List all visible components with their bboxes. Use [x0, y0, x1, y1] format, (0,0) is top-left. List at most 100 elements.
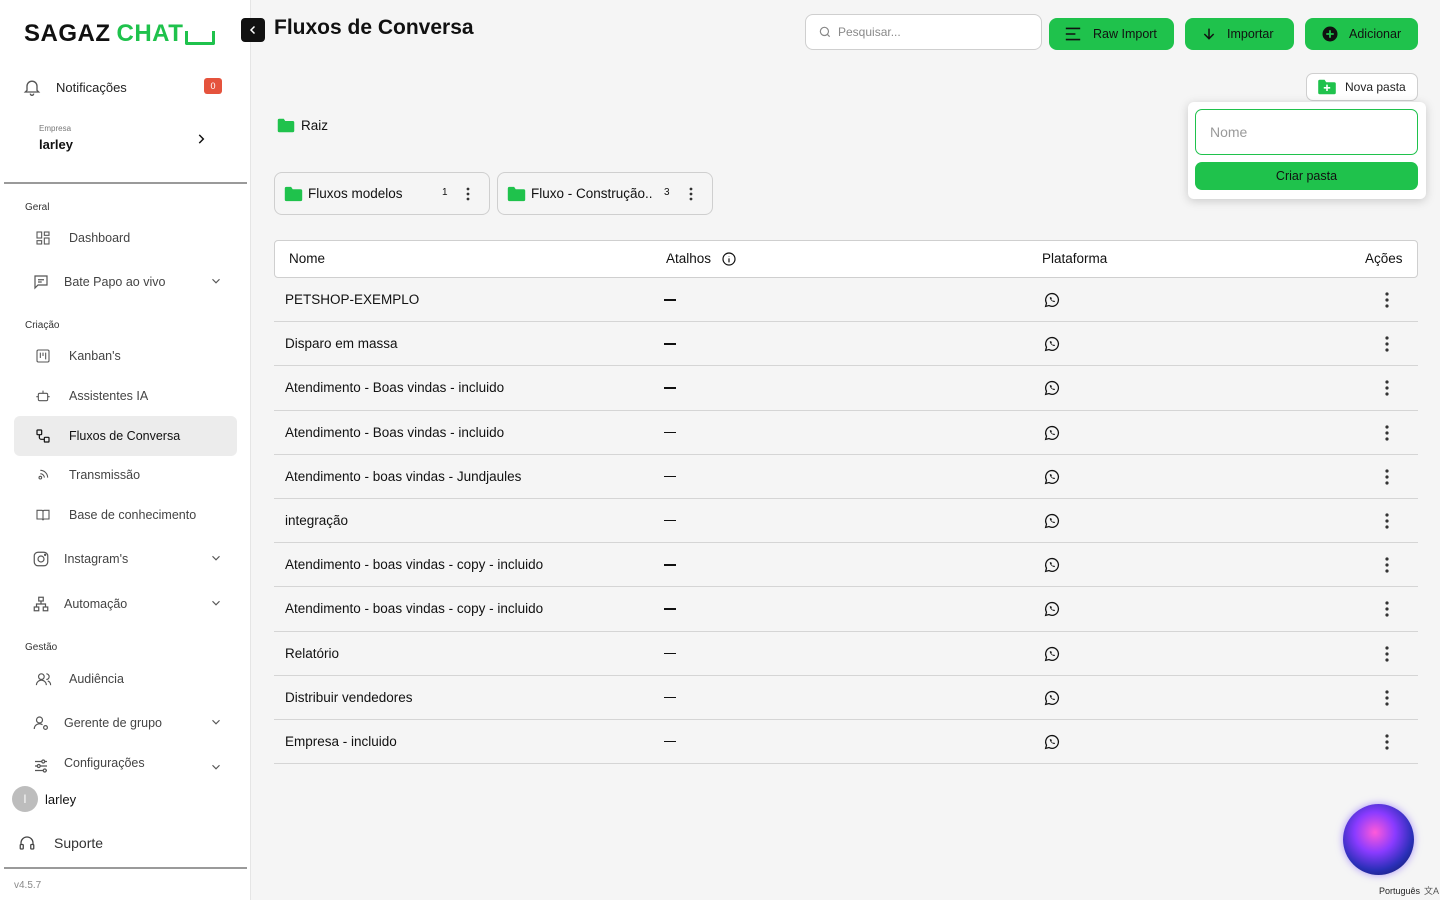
search-icon [819, 26, 831, 38]
notification-count-badge: 0 [204, 78, 222, 94]
more-vertical-icon[interactable] [1381, 556, 1393, 577]
table-row[interactable]: Atendimento - boas vindas - Jundjaules [274, 455, 1418, 499]
more-vertical-icon[interactable] [1381, 468, 1393, 489]
sidebar-item-configuracoes[interactable]: Configurações [14, 748, 237, 776]
whatsapp-icon [1043, 335, 1061, 356]
more-vertical-icon[interactable] [1381, 689, 1393, 710]
add-button[interactable]: Adicionar [1305, 18, 1418, 50]
create-folder-button[interactable]: Criar pasta [1195, 162, 1418, 190]
sidebar-item-instagram[interactable]: Instagram's [14, 539, 237, 579]
folder-card[interactable]: Fluxo - Construção.. 3 [497, 172, 713, 215]
chevron-down-icon [212, 555, 220, 561]
folder-plus-icon [1318, 79, 1336, 95]
new-folder-popover: Criar pasta [1188, 102, 1426, 199]
more-vertical-icon[interactable] [1381, 600, 1393, 621]
shortcuts-empty-dash [664, 564, 676, 566]
more-vertical-icon[interactable] [1381, 424, 1393, 445]
column-header-plataforma[interactable]: Plataforma [1042, 251, 1107, 266]
table-row[interactable]: Disparo em massa [274, 322, 1418, 367]
chat-bubble-icon [185, 31, 216, 45]
chat-icon [31, 272, 51, 292]
table-row[interactable]: Atendimento - Boas vindas - incluido [274, 411, 1418, 455]
sidebar-item-audiencia[interactable]: Audiência [14, 659, 237, 699]
brand-logo[interactable]: SAGAZ CHAT [24, 20, 216, 48]
table-row[interactable]: Atendimento - boas vindas - copy - inclu… [274, 587, 1418, 632]
search-box[interactable] [805, 14, 1042, 50]
column-header-acoes: Ações [1365, 251, 1403, 266]
flow-icon [33, 426, 53, 446]
company-selector[interactable]: Empresa larley [39, 124, 73, 152]
folder-name-input[interactable] [1195, 109, 1418, 155]
import-button[interactable]: Importar [1185, 18, 1294, 50]
folder-count: 1 [442, 187, 448, 198]
whatsapp-icon [1043, 291, 1061, 312]
sidebar-item-bate-papo[interactable]: Bate Papo ao vivo [14, 262, 237, 302]
avatar: l [12, 786, 38, 812]
menu-lines-icon [1065, 27, 1081, 41]
more-vertical-icon[interactable] [685, 186, 697, 202]
notifications-item[interactable]: Notificações 0 [22, 72, 232, 102]
user-profile[interactable]: l larley [12, 786, 76, 812]
table-row[interactable]: Distribuir vendedores [274, 676, 1418, 720]
search-input[interactable] [838, 25, 1028, 39]
sidebar-item-automacao[interactable]: Automação [14, 584, 237, 624]
more-vertical-icon[interactable] [1381, 379, 1393, 400]
bell-icon [23, 80, 41, 96]
users-icon [33, 669, 53, 689]
support-link[interactable]: Suporte [18, 834, 103, 852]
more-vertical-icon[interactable] [1381, 645, 1393, 666]
sidebar-item-base-conhecimento[interactable]: Base de conhecimento [14, 495, 237, 535]
sidebar-item-transmissao[interactable]: Transmissão [14, 455, 237, 495]
flow-name: PETSHOP-EXEMPLO [285, 292, 420, 307]
more-vertical-icon[interactable] [1381, 335, 1393, 356]
shortcuts-empty-dash [664, 696, 676, 699]
table-row[interactable]: Relatório [274, 632, 1418, 676]
table-row[interactable]: Empresa - incluido [274, 720, 1418, 765]
hierarchy-icon [31, 594, 51, 614]
flow-name: integração [285, 512, 349, 528]
folder-count: 3 [664, 187, 670, 198]
translate-icon: 文A [1424, 886, 1440, 896]
raw-import-button[interactable]: Raw Import [1049, 18, 1174, 50]
instagram-icon [31, 549, 51, 569]
table-body: PETSHOP-EXEMPLO Disparo em massa Atendimen… [274, 278, 1418, 765]
flow-name: Atendimento - Boas vindas - incluido [285, 424, 505, 440]
whatsapp-icon [1043, 512, 1061, 533]
more-vertical-icon[interactable] [1381, 512, 1393, 533]
chevron-left-icon [249, 25, 256, 35]
flow-name: Atendimento - boas vindas - copy - inclu… [285, 601, 544, 617]
language-selector[interactable]: Português 文A [1379, 884, 1439, 897]
whatsapp-icon [1043, 424, 1061, 445]
sidebar-item-dashboard[interactable]: Dashboard [14, 218, 237, 258]
more-vertical-icon[interactable] [1381, 733, 1393, 754]
column-header-atalhos[interactable]: Atalhos [666, 251, 711, 266]
sidebar-item-fluxos[interactable]: Fluxos de Conversa [14, 416, 237, 456]
sidebar-item-assistentes[interactable]: Assistentes IA [14, 376, 237, 416]
book-icon [33, 505, 53, 525]
sidebar-item-kanbans[interactable]: Kanban's [14, 336, 237, 376]
whatsapp-icon [1043, 689, 1061, 710]
table-row[interactable]: PETSHOP-EXEMPLO [274, 278, 1418, 323]
flow-name: Empresa - incluido [285, 733, 397, 749]
flow-name: Atendimento - Boas vindas - incluido [285, 380, 505, 396]
column-header-nome[interactable]: Nome [289, 251, 325, 266]
table-row[interactable]: Atendimento - Boas vindas - incluido [274, 366, 1418, 411]
collapse-sidebar-button[interactable] [241, 18, 265, 42]
info-icon[interactable] [721, 251, 737, 267]
flows-table: Nome Atalhos Plataforma Ações PETSHOP-EX… [274, 240, 1418, 765]
chevron-down-icon [212, 719, 220, 725]
ai-assistant-button[interactable] [1343, 804, 1414, 875]
folder-icon [284, 186, 303, 201]
arrow-down-icon [1203, 28, 1215, 40]
table-row[interactable]: Atendimento - boas vindas - copy - inclu… [274, 543, 1418, 588]
chevron-right-icon[interactable] [194, 132, 208, 146]
shortcuts-empty-dash [664, 431, 676, 434]
breadcrumb[interactable]: Raiz [277, 118, 328, 133]
new-folder-button[interactable]: Nova pasta [1306, 73, 1418, 101]
table-row[interactable]: integração [274, 499, 1418, 544]
more-vertical-icon[interactable] [1381, 291, 1393, 312]
folder-card[interactable]: Fluxos modelos 1 [274, 172, 490, 215]
sidebar-item-gerente-grupo[interactable]: Gerente de grupo [14, 703, 237, 743]
more-vertical-icon[interactable] [462, 186, 474, 202]
whatsapp-icon [1043, 556, 1061, 577]
